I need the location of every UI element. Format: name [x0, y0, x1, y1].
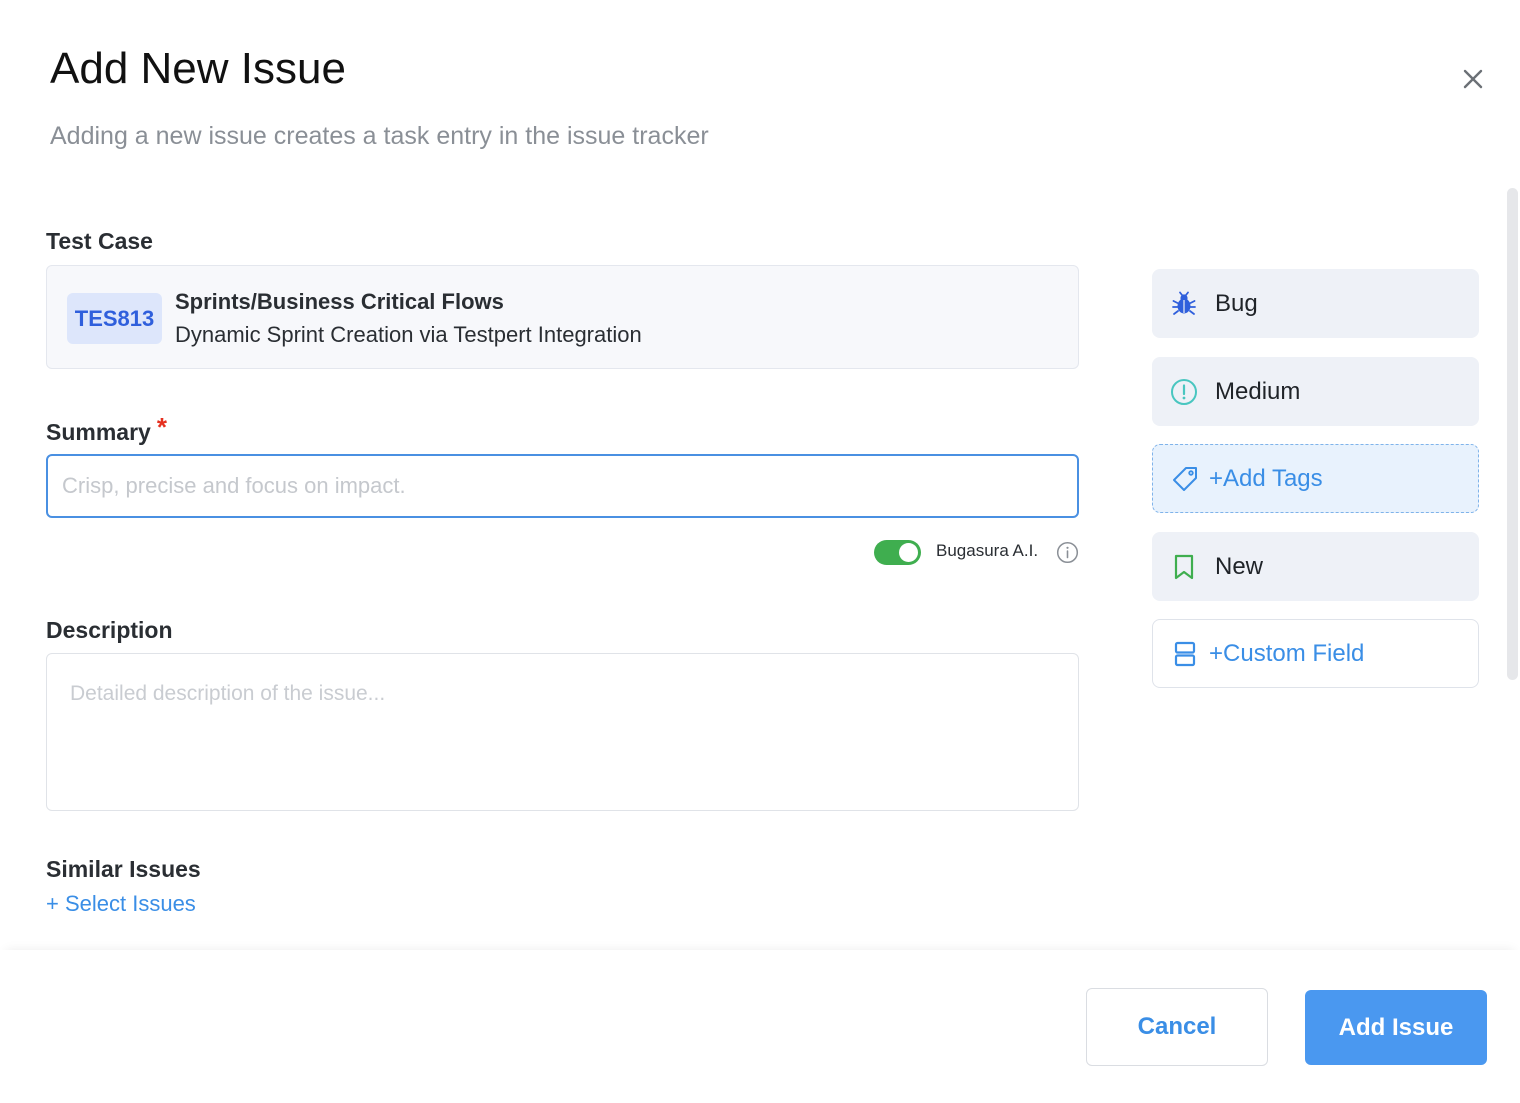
summary-label-text: Summary	[46, 419, 151, 445]
required-mark: *	[156, 412, 167, 442]
bug-icon	[1169, 289, 1199, 319]
severity-button[interactable]: Medium	[1152, 357, 1479, 426]
test-case-path: Sprints/Business Critical Flows	[175, 289, 504, 314]
description-label: Description	[46, 617, 173, 643]
similar-issues-label: Similar Issues	[46, 856, 201, 882]
test-case-id-badge: TES813	[67, 293, 162, 344]
issue-type-label: Bug	[1215, 289, 1258, 317]
bookmark-icon	[1169, 552, 1199, 582]
close-icon[interactable]	[1456, 62, 1490, 96]
exclamation-circle-icon	[1169, 377, 1199, 407]
info-icon[interactable]	[1056, 541, 1079, 564]
issue-type-button[interactable]: Bug	[1152, 269, 1479, 338]
description-textarea[interactable]	[46, 653, 1079, 811]
add-issue-button[interactable]: Add Issue	[1305, 990, 1487, 1065]
toggle-knob	[899, 543, 918, 562]
bugasura-ai-toggle[interactable]	[874, 540, 921, 565]
custom-field-icon	[1170, 639, 1200, 669]
dialog-subtitle: Adding a new issue creates a task entry …	[50, 122, 709, 150]
bugasura-ai-label: Bugasura A.I.	[936, 541, 1039, 560]
test-case-label: Test Case	[46, 228, 153, 254]
custom-field-label: +Custom Field	[1209, 639, 1365, 667]
add-tags-button[interactable]: +Add Tags	[1152, 444, 1479, 513]
cancel-button[interactable]: Cancel	[1086, 988, 1268, 1066]
summary-input[interactable]	[46, 454, 1079, 518]
custom-field-button[interactable]: +Custom Field	[1152, 619, 1479, 688]
tag-icon	[1170, 464, 1200, 494]
select-issues-link[interactable]: + Select Issues	[46, 891, 196, 917]
scrollbar[interactable]	[1507, 188, 1518, 680]
summary-label: Summary *	[46, 412, 167, 447]
test-case-card: TES813 Sprints/Business Critical Flows D…	[46, 265, 1079, 369]
add-tags-label: +Add Tags	[1209, 464, 1323, 492]
severity-label: Medium	[1215, 377, 1301, 405]
status-label: New	[1215, 552, 1264, 580]
dialog-footer: Cancel Add Issue	[0, 950, 1520, 1103]
status-button[interactable]: New	[1152, 532, 1479, 601]
dialog-title: Add New Issue	[50, 44, 346, 93]
test-case-name: Dynamic Sprint Creation via Testpert Int…	[175, 322, 642, 347]
